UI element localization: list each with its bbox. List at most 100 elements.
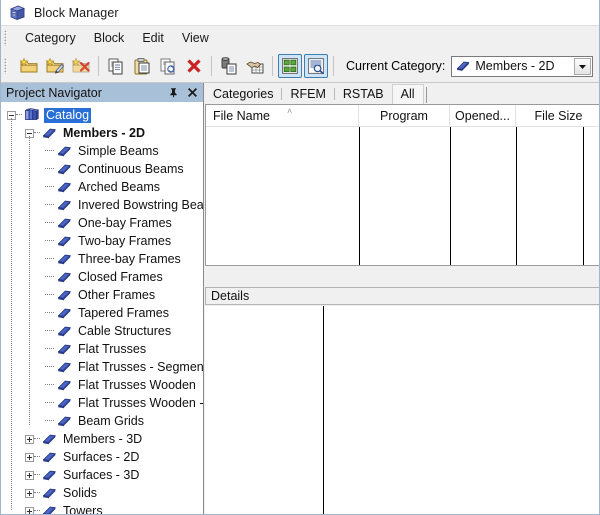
tree-item-label: Surfaces - 2D: [63, 449, 140, 464]
pin-icon[interactable]: [165, 85, 181, 101]
duplicate-button[interactable]: [156, 54, 180, 78]
close-icon[interactable]: [184, 85, 200, 101]
tree-item-other-frames[interactable]: Other Frames: [1, 286, 203, 304]
blue-book-icon: [57, 200, 71, 211]
details-header: Details: [205, 287, 599, 305]
menu-item-view[interactable]: View: [173, 28, 218, 48]
tree-item-arched-beams[interactable]: Arched Beams: [1, 178, 203, 196]
blue-book-icon: [57, 398, 71, 409]
tab-categories[interactable]: Categories: [205, 85, 281, 104]
details-view-button[interactable]: [304, 54, 328, 78]
tree-item-continuous-beams[interactable]: Continuous Beams: [1, 160, 203, 178]
tree-item-label: Surfaces - 3D: [63, 467, 140, 482]
tree-item-closed-frames[interactable]: Closed Frames: [1, 268, 203, 286]
tree-item-flat-trusses[interactable]: Flat Trusses: [1, 340, 203, 358]
tree-item-label: Two-bay Frames: [78, 233, 172, 248]
thumbnail-view-button[interactable]: [278, 54, 302, 78]
current-category-combo[interactable]: Members - 2D: [451, 55, 593, 77]
sort-ascending-icon: ˄: [287, 106, 293, 116]
tree-item-members-3d[interactable]: Members - 3D: [1, 430, 203, 448]
toolbar: Current Category: Members - 2D: [1, 50, 599, 83]
tree-item-flat-trusses-segment[interactable]: Flat Trusses - Segment: [1, 358, 203, 376]
delete-button[interactable]: [182, 54, 206, 78]
tree-item-flat-trusses-wooden[interactable]: Flat Trusses Wooden -: [1, 394, 203, 412]
tree-item-catalog[interactable]: Catalog: [1, 106, 203, 124]
menu-grip-handle[interactable]: [4, 30, 12, 46]
category-tree[interactable]: Catalog Members - 2D Simple Beams Continuou…: [1, 103, 203, 514]
tree-item-three-bay-frames[interactable]: Three-bay Frames: [1, 250, 203, 268]
tree-item-label: Members - 2D: [63, 125, 145, 140]
blue-book-icon: [42, 488, 56, 499]
blue-book-icon: [42, 434, 56, 445]
menu-item-block[interactable]: Block: [85, 28, 134, 48]
delete-category-button[interactable]: [69, 54, 93, 78]
column-grid-line: [516, 127, 517, 265]
blue-book-icon: [42, 506, 56, 514]
edit-category-button[interactable]: [43, 54, 67, 78]
project-navigator-panel: Project Navigator Catalog Members - 2D Sim…: [1, 83, 204, 514]
new-category-button[interactable]: [17, 54, 41, 78]
window-title: Block Manager: [34, 5, 119, 20]
tree-item-label: One-bay Frames: [78, 215, 172, 230]
tree-item-towers[interactable]: Towers: [1, 502, 203, 514]
content-tabstrip[interactable]: Categories RFEM RSTAB All: [205, 83, 599, 104]
title-bar: Block Manager: [1, 0, 599, 26]
tab-rfem[interactable]: RFEM: [282, 85, 333, 104]
tree-item-solids[interactable]: Solids: [1, 484, 203, 502]
tree-item-flat-trusses-wooden[interactable]: Flat Trusses Wooden: [1, 376, 203, 394]
blue-book-icon: [57, 146, 71, 157]
tab-all[interactable]: All: [391, 84, 424, 104]
toolbar-grip-handle[interactable]: [4, 58, 12, 74]
red-x-icon: [187, 59, 201, 73]
column-header-file-name[interactable]: File Name ˄: [206, 105, 359, 126]
blue-book-icon: [457, 61, 470, 72]
tree-expander-collapsed[interactable]: [25, 488, 34, 498]
menu-item-edit[interactable]: Edit: [133, 28, 173, 48]
blue-book-icon: [57, 380, 71, 391]
tree-item-label: Towers: [63, 503, 103, 515]
import-block-button[interactable]: [217, 54, 241, 78]
column-grid-line: [359, 127, 360, 265]
tree-expander-collapsed[interactable]: [25, 452, 34, 462]
tree-item-label: Invered Bowstring Bear: [78, 197, 203, 212]
export-block-button[interactable]: [243, 54, 267, 78]
block-list-view[interactable]: File Name ˄ Program Opened... File Size: [205, 104, 599, 266]
tree-item-two-bay-frames[interactable]: Two-bay Frames: [1, 232, 203, 250]
tree-item-surfaces-2d[interactable]: Surfaces - 2D: [1, 448, 203, 466]
column-header-file-size[interactable]: File Size: [516, 105, 599, 126]
tree-item-label: Simple Beams: [78, 143, 159, 158]
blue-book-icon: [57, 182, 71, 193]
content-pane: Categories RFEM RSTAB All File Name ˄ Program…: [205, 83, 599, 514]
menu-item-category[interactable]: Category: [16, 28, 85, 48]
chevron-down-icon[interactable]: [574, 57, 591, 75]
tree-expander-collapsed[interactable]: [25, 470, 34, 480]
tree-item-label: Flat Trusses - Segment: [78, 359, 203, 374]
list-column-headers[interactable]: File Name ˄ Program Opened... File Size: [206, 105, 599, 127]
tree-expander-collapsed[interactable]: [25, 506, 34, 514]
blue-book-icon: [42, 470, 56, 481]
tree-item-invered-bowstring-bear[interactable]: Invered Bowstring Bear: [1, 196, 203, 214]
duplicate-icon: [160, 58, 175, 75]
column-header-opened[interactable]: Opened...: [450, 105, 516, 126]
blue-book-icon: [57, 254, 71, 265]
folder-delete-icon: [71, 57, 90, 73]
paste-button[interactable]: [130, 54, 154, 78]
details-splitter[interactable]: [323, 306, 324, 514]
tree-expander-collapsed[interactable]: [25, 434, 34, 444]
tree-item-one-bay-frames[interactable]: One-bay Frames: [1, 214, 203, 232]
column-header-label: Program: [380, 108, 428, 123]
tree-item-beam-grids[interactable]: Beam Grids: [1, 412, 203, 430]
details-body: [205, 306, 599, 514]
tree-item-simple-beams[interactable]: Simple Beams: [1, 142, 203, 160]
tree-item-tapered-frames[interactable]: Tapered Frames: [1, 304, 203, 322]
tree-item-label: Flat Trusses Wooden -: [78, 395, 203, 410]
blue-book-icon: [57, 272, 71, 283]
block-cabinet-icon: [10, 5, 25, 20]
column-header-program[interactable]: Program: [359, 105, 450, 126]
blue-book-icon: [57, 218, 71, 229]
tree-item-cable-structures[interactable]: Cable Structures: [1, 322, 203, 340]
tree-item-members-2d[interactable]: Members - 2D: [1, 124, 203, 142]
copy-button[interactable]: [104, 54, 128, 78]
tab-rstab[interactable]: RSTAB: [335, 85, 392, 104]
tree-item-surfaces-3d[interactable]: Surfaces - 3D: [1, 466, 203, 484]
